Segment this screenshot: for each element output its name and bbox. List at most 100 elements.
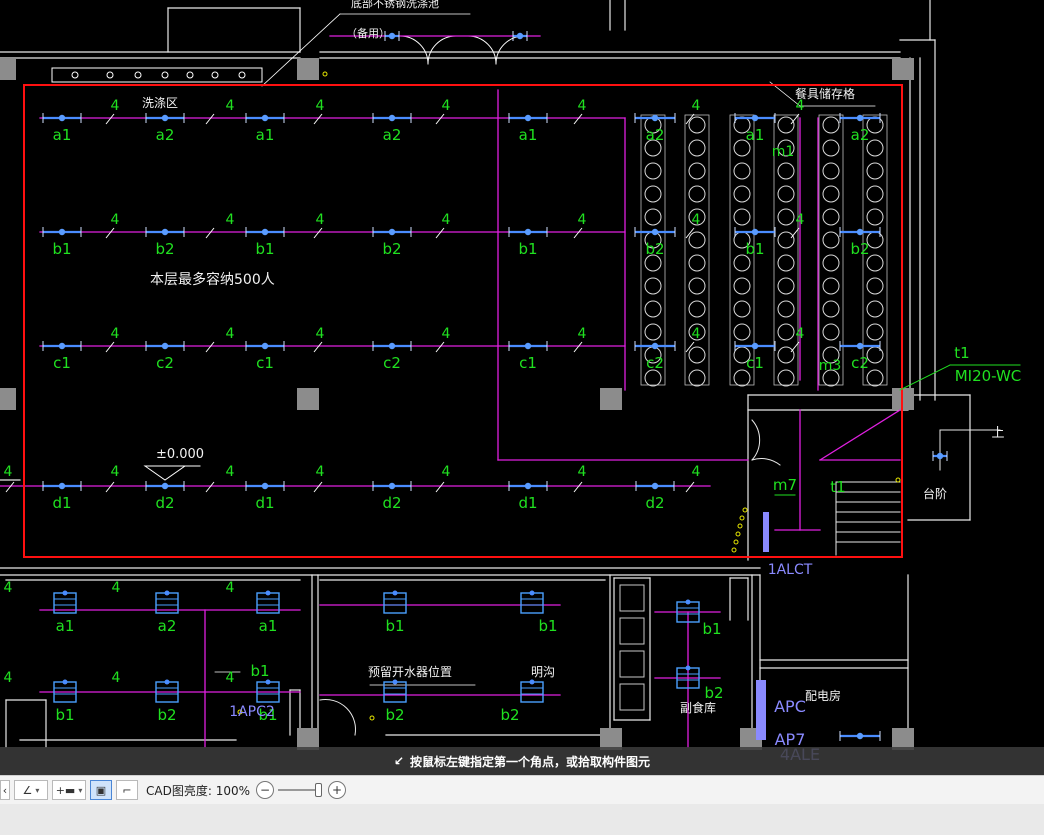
light-fixture[interactable]	[145, 481, 185, 491]
fixture-tag: b1	[255, 240, 274, 258]
light-fixture[interactable]	[734, 113, 776, 123]
fixture-tag: b1	[52, 240, 71, 258]
light-fixture[interactable]	[372, 113, 412, 123]
fixture-tag: c2	[646, 354, 664, 372]
panel-light-fixture[interactable]	[520, 590, 544, 614]
switch-mark	[5, 481, 15, 493]
tableware-slot	[733, 185, 751, 203]
tableware-slot	[866, 116, 884, 134]
fixture-tag: b2	[157, 706, 176, 724]
brightness-increase-button[interactable]: +	[328, 781, 347, 799]
light-fixture[interactable]	[508, 227, 548, 237]
light-fixture[interactable]	[245, 227, 285, 237]
command-hint-bar: ↙ 按鼠标左键指定第一个角点，或拾取构件图元	[0, 747, 1044, 775]
fixture-tag: a1	[259, 617, 278, 635]
tableware-slot	[644, 162, 662, 180]
panel-light-fixture[interactable]	[520, 679, 544, 703]
light-fixture[interactable]	[42, 113, 82, 123]
fixture-tag: c1	[746, 354, 764, 372]
light-fixture[interactable]	[508, 341, 548, 351]
fixture-tag: d2	[382, 494, 401, 512]
room-label-storage: 副食库	[680, 700, 716, 715]
panel-light-fixture[interactable]	[53, 679, 77, 703]
panel-light-fixture[interactable]	[383, 590, 407, 614]
fixture-tag: c2	[156, 354, 174, 372]
fixture-tag: b1	[55, 706, 74, 724]
light-fixture[interactable]	[245, 341, 285, 351]
light-fixture[interactable]	[372, 227, 412, 237]
light-fixture[interactable]	[42, 341, 82, 351]
fixture-tag: b1	[538, 617, 557, 635]
select-display-button[interactable]: ▣	[90, 780, 112, 800]
light-fixture[interactable]	[372, 341, 412, 351]
fixture-tag: d2	[155, 494, 174, 512]
circuit-count: 4	[111, 98, 120, 114]
circuit-count: 4	[226, 98, 235, 114]
fixture-tag: b2	[850, 240, 869, 258]
label-wash-basin: 底部不锈钢洗涤池	[351, 0, 439, 10]
light-fixture[interactable]	[512, 31, 528, 41]
switch-mark	[105, 113, 115, 125]
fixture-tag: b1	[518, 240, 537, 258]
tableware-slot	[822, 254, 840, 272]
line-style-button[interactable]: +▬ ▾	[52, 780, 86, 800]
light-fixture[interactable]	[145, 227, 185, 237]
prev-arrow-button[interactable]: ‹	[0, 780, 10, 800]
light-fixture[interactable]	[839, 113, 881, 123]
bottom-toolbar: ‹ ∠ ▾ +▬ ▾ ▣ ⌐ CAD图亮度: 100% − +	[0, 775, 1044, 804]
light-fixture[interactable]	[839, 227, 881, 237]
light-fixture[interactable]	[42, 481, 82, 491]
tag-mi20-wc: MI20-WC	[955, 367, 1022, 385]
switch-mark	[313, 113, 323, 125]
brightness-slider-thumb[interactable]	[315, 783, 323, 797]
switch-mark	[573, 481, 583, 493]
light-fixture[interactable]	[839, 731, 881, 741]
tableware-slot	[822, 208, 840, 226]
tableware-slot	[777, 185, 795, 203]
brightness-slider[interactable]	[278, 782, 323, 798]
fixture-tag: b2	[704, 684, 723, 702]
tableware-slot	[777, 277, 795, 295]
light-fixture[interactable]	[734, 341, 776, 351]
switch-mark	[573, 227, 583, 239]
switch-mark	[205, 113, 215, 125]
polyline-tool-button[interactable]: ⌐	[116, 780, 138, 800]
light-fixture[interactable]	[372, 481, 412, 491]
tableware-slot	[866, 277, 884, 295]
switch-mark	[313, 481, 323, 493]
circuit-count: 4	[692, 464, 701, 480]
cad-drawing-canvas[interactable]: a1 a2 a1 a2 a1 4 4 4 4 4 b1 b2 b1 b2 b1 4 4 4 4 4 c1 c2 c1 c2 c1…	[0, 0, 1044, 775]
fixture-tag: b2	[645, 240, 664, 258]
circuit-count: 4	[692, 212, 701, 228]
fixture-tag: b2	[385, 706, 404, 724]
fixture-tag: a2	[383, 126, 402, 144]
light-fixture[interactable]	[245, 481, 285, 491]
panel-light-fixture[interactable]	[155, 679, 179, 703]
room-label-wash-area: 洗涤区	[142, 96, 178, 110]
light-fixture[interactable]	[635, 481, 675, 491]
light-fixture[interactable]	[42, 227, 82, 237]
light-fixture[interactable]	[734, 227, 776, 237]
command-hint-text: 按鼠标左键指定第一个角点，或拾取构件图元	[410, 754, 651, 769]
light-fixture[interactable]	[145, 341, 185, 351]
fixture-tag: a1	[519, 126, 538, 144]
switch-mark	[105, 227, 115, 239]
switch-mark	[105, 481, 115, 493]
light-fixture[interactable]	[245, 113, 285, 123]
fixture-tag: b1	[745, 240, 764, 258]
light-fixture[interactable]	[145, 113, 185, 123]
tableware-slot	[688, 185, 706, 203]
circuit-count: 4	[442, 464, 451, 480]
switch-mark	[105, 341, 115, 353]
circuit-count: 4	[226, 580, 235, 596]
label-open-drain: 明沟	[531, 665, 555, 679]
light-fixture[interactable]	[508, 113, 548, 123]
tableware-slot	[688, 139, 706, 157]
light-fixture[interactable]	[508, 481, 548, 491]
panel-light-fixture[interactable]	[256, 679, 280, 703]
angle-tool-button[interactable]: ∠ ▾	[14, 780, 48, 800]
light-fixture[interactable]	[839, 341, 881, 351]
brightness-decrease-button[interactable]: −	[256, 781, 275, 799]
tableware-slot	[733, 162, 751, 180]
panel-light-fixture[interactable]	[383, 679, 407, 703]
